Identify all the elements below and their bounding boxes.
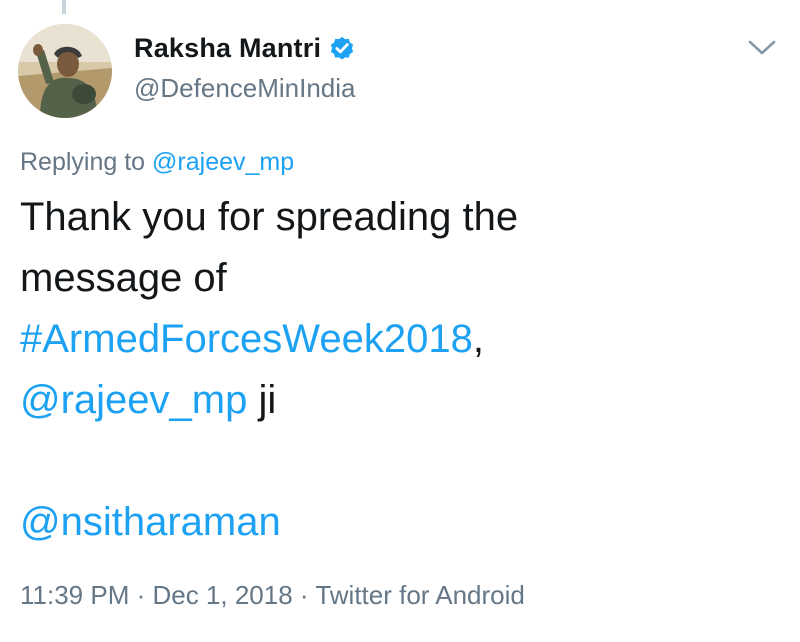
tweet-metadata: 11:39 PM · Dec 1, 2018 · Twitter for And… — [20, 580, 525, 611]
avatar[interactable] — [18, 24, 112, 118]
tweet-text-line: @nsitharaman — [20, 492, 780, 553]
tweet-source[interactable]: Twitter for Android — [315, 580, 525, 610]
hashtag-link[interactable]: #ArmedForcesWeek2018 — [20, 317, 473, 361]
chevron-down-icon[interactable] — [746, 37, 778, 59]
replying-to-label: Replying to — [20, 148, 153, 176]
mention-link[interactable]: @rajeev_mp — [20, 378, 247, 422]
avatar-image — [18, 24, 112, 118]
verified-badge-icon — [328, 34, 356, 62]
tweet-text-line: message of — [20, 256, 227, 300]
tweet-text-line: Thank you for spreading the — [20, 195, 519, 239]
meta-separator: · — [129, 580, 153, 610]
author-name-row[interactable]: Raksha Mantri — [134, 30, 356, 66]
tweet-punctuation: , — [472, 317, 484, 361]
tweet-time[interactable]: 11:39 PM — [20, 580, 129, 610]
tweet-text-line: #ArmedForcesWeek2018, — [20, 309, 780, 370]
author-handle[interactable]: @DefenceMinIndia — [134, 73, 356, 104]
tweet-text-suffix: ji — [247, 378, 277, 422]
replying-to-context: Replying to @rajeev_mp — [20, 148, 294, 177]
tweet-date[interactable]: Dec 1, 2018 — [152, 580, 292, 610]
thread-connector-line — [62, 0, 66, 14]
tweet-text-line: @rajeev_mp ji — [20, 370, 780, 431]
meta-separator: · — [292, 580, 316, 610]
replying-to-mention-link[interactable]: @rajeev_mp — [152, 148, 294, 176]
mention-link[interactable]: @nsitharaman — [20, 500, 281, 544]
author-display-name[interactable]: Raksha Mantri — [134, 33, 321, 64]
tweet-card: Raksha Mantri @DefenceMinIndia Replying … — [0, 0, 800, 642]
tweet-body: Thank you for spreading the message of #… — [20, 187, 780, 553]
